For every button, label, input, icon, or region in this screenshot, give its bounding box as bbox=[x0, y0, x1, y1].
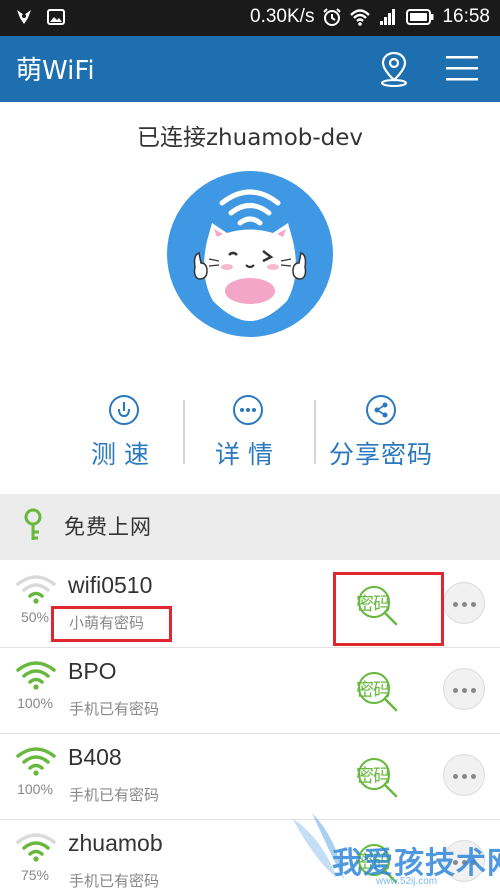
action-divider bbox=[314, 400, 316, 464]
more-options-button[interactable] bbox=[443, 668, 485, 710]
dot bbox=[471, 688, 476, 693]
mascot-avatar[interactable] bbox=[167, 171, 333, 337]
network-ssid: wifi0510 bbox=[68, 572, 153, 598]
speed-gauge-icon bbox=[109, 395, 139, 425]
image-notification-icon bbox=[47, 9, 65, 25]
more-options-button[interactable] bbox=[443, 754, 485, 796]
view-password-button[interactable]: 密码 bbox=[354, 754, 400, 800]
clock: 16:58 bbox=[442, 6, 490, 27]
signal-percent: 100% bbox=[17, 695, 53, 711]
cat-mascot-icon bbox=[193, 189, 307, 321]
key-icon bbox=[24, 508, 42, 540]
dot bbox=[453, 774, 458, 779]
password-label: 密码 bbox=[356, 766, 391, 787]
dot bbox=[462, 774, 467, 779]
action-bar: 测速 详情 分享密码 bbox=[0, 395, 500, 475]
wifi-signal-icon bbox=[16, 833, 56, 862]
share-password-button[interactable]: 分享密码 bbox=[325, 395, 437, 471]
more-dots-icon bbox=[233, 395, 263, 425]
watermark: 我爱孩技术网 www.52ij.com bbox=[282, 808, 500, 889]
password-highlight-box bbox=[333, 572, 444, 646]
action-divider bbox=[183, 400, 185, 464]
details-label: 详情 bbox=[214, 440, 281, 469]
view-password-button[interactable]: 密码 bbox=[354, 668, 400, 714]
speed-test-label: 测速 bbox=[90, 440, 157, 469]
app-title: 萌WiFi bbox=[16, 56, 95, 86]
status-highlight-box bbox=[51, 606, 172, 642]
connected-network-label: 已连接zhuamob-dev bbox=[136, 125, 364, 151]
network-ssid: BPO bbox=[68, 658, 117, 684]
network-ssid: zhuamob bbox=[68, 830, 163, 856]
dot bbox=[471, 602, 476, 607]
alarm-icon bbox=[323, 8, 342, 26]
dot bbox=[471, 774, 476, 779]
cell-signal-icon bbox=[380, 9, 396, 25]
status-right: 0.30K/s 16:58 bbox=[250, 6, 490, 28]
section-title: 免费上网 bbox=[64, 515, 152, 539]
network-row[interactable]: 100% BPO 手机已有密码 密码 bbox=[0, 648, 500, 734]
menu-icon[interactable] bbox=[446, 54, 478, 84]
free-wifi-section-header: 免费上网 bbox=[0, 494, 500, 560]
battery-icon bbox=[406, 9, 434, 25]
signal-percent: 100% bbox=[17, 781, 53, 797]
watermark-url: www.52ij.com bbox=[376, 876, 438, 887]
signal-percent: 75% bbox=[20, 867, 50, 883]
network-ssid: B408 bbox=[68, 744, 122, 770]
network-status: 手机已有密码 bbox=[69, 700, 160, 718]
app-bar: 萌WiFi bbox=[0, 36, 500, 102]
dot bbox=[453, 602, 458, 607]
wifi-signal-icon bbox=[16, 747, 56, 776]
status-bar: 0.30K/s 16:58 bbox=[0, 0, 500, 36]
details-button[interactable]: 详情 bbox=[206, 395, 290, 471]
more-options-button[interactable] bbox=[443, 582, 485, 624]
network-status: 手机已有密码 bbox=[69, 786, 160, 804]
password-label: 密码 bbox=[356, 680, 391, 701]
dot bbox=[462, 688, 467, 693]
wifi-status-icon bbox=[350, 9, 371, 26]
app-notification-icon bbox=[17, 10, 31, 24]
wifi-signal-icon bbox=[16, 661, 56, 690]
network-status: 手机已有密码 bbox=[69, 872, 160, 889]
wifi-signal-icon bbox=[16, 575, 56, 604]
share-password-label: 分享密码 bbox=[328, 440, 433, 469]
dot bbox=[453, 688, 458, 693]
network-speed: 0.30K/s bbox=[250, 6, 315, 27]
status-left bbox=[14, 7, 66, 27]
location-pin-icon[interactable] bbox=[377, 50, 411, 88]
dot bbox=[462, 602, 467, 607]
share-icon bbox=[366, 395, 396, 425]
speed-test-button[interactable]: 测速 bbox=[82, 395, 166, 471]
